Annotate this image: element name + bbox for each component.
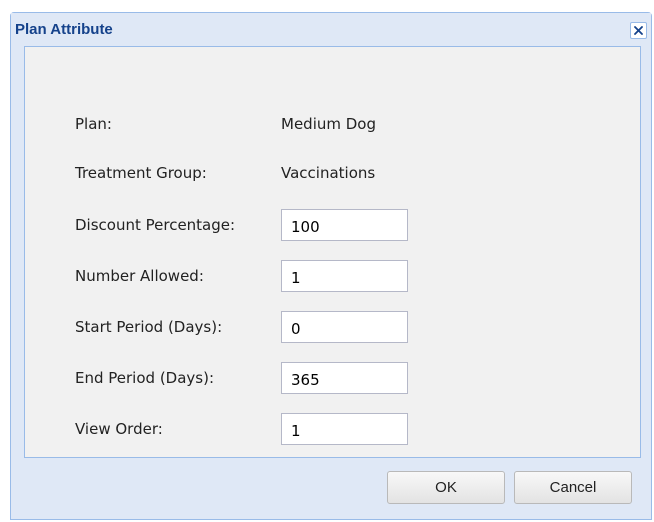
plan-label: Plan: <box>75 115 112 133</box>
number-allowed-row: Number Allowed: <box>75 260 495 292</box>
discount-label: Discount Percentage: <box>75 216 236 234</box>
end-period-row: End Period (Days): <box>75 362 495 394</box>
treatment-group-label: Treatment Group: <box>75 164 207 182</box>
plan-value: Medium Dog <box>281 115 376 133</box>
form-panel: Plan: Medium Dog Treatment Group: Vaccin… <box>24 46 641 458</box>
start-period-input[interactable] <box>281 311 408 343</box>
view-order-input[interactable] <box>281 413 408 445</box>
end-period-input[interactable] <box>281 362 408 394</box>
ok-button[interactable]: OK <box>387 471 505 504</box>
view-order-row: View Order: <box>75 413 495 445</box>
cancel-button[interactable]: Cancel <box>514 471 632 504</box>
dialog-titlebar[interactable]: Plan Attribute <box>11 13 651 43</box>
view-order-label: View Order: <box>75 420 163 438</box>
start-period-label: Start Period (Days): <box>75 318 223 336</box>
number-allowed-input[interactable] <box>281 260 408 292</box>
discount-percentage-input[interactable] <box>281 209 408 241</box>
close-icon[interactable] <box>630 22 647 39</box>
dialog-title: Plan Attribute <box>15 21 113 38</box>
end-period-label: End Period (Days): <box>75 369 215 387</box>
treatment-group-value: Vaccinations <box>281 164 376 182</box>
plan-row: Plan: Medium Dog <box>75 108 495 140</box>
discount-row: Discount Percentage: <box>75 209 495 241</box>
treatment-group-row: Treatment Group: Vaccinations <box>75 157 495 189</box>
plan-attribute-dialog: Plan Attribute Plan: Medium Dog Treatmen… <box>10 12 652 520</box>
number-allowed-label: Number Allowed: <box>75 267 204 285</box>
start-period-row: Start Period (Days): <box>75 311 495 343</box>
